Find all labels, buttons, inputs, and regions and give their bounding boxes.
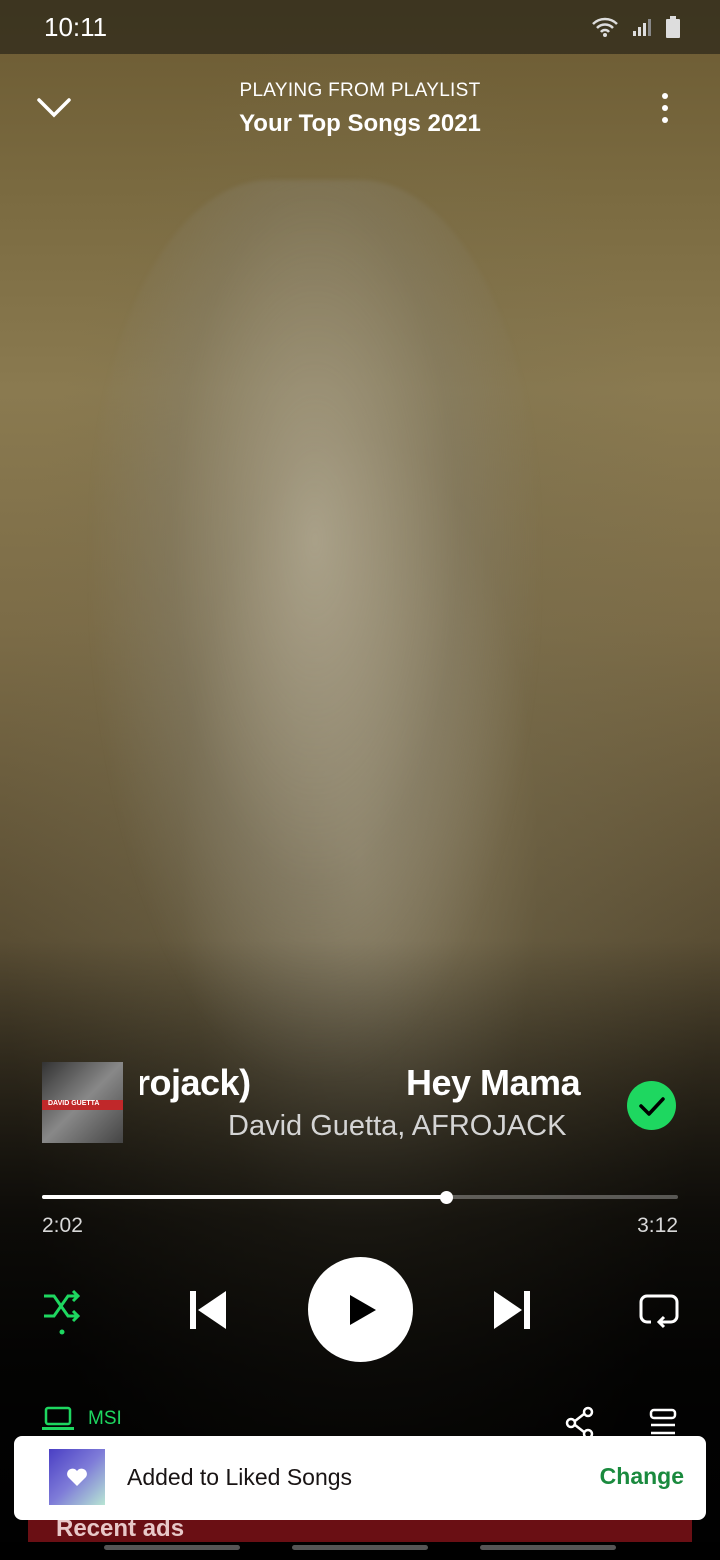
liked-songs-thumbnail bbox=[49, 1449, 105, 1505]
toast-message: Added to Liked Songs bbox=[127, 1464, 353, 1490]
track-title-marquee[interactable]: rojack) Hey Mama bbox=[140, 1062, 582, 1108]
connect-device-button[interactable]: MSI bbox=[42, 1406, 122, 1432]
shuffle-button[interactable] bbox=[40, 1286, 84, 1336]
cover-text: DAVID GUETTA bbox=[48, 1100, 100, 1107]
liked-songs-toast: Added to Liked Songs Change bbox=[14, 1436, 706, 1520]
playlist-title[interactable]: Your Top Songs 2021 bbox=[0, 110, 720, 138]
playing-from-label: PLAYING FROM PLAYLIST bbox=[239, 80, 481, 101]
shuffle-icon bbox=[44, 1289, 81, 1335]
player-header: PLAYING FROM PLAYLIST Your Top Songs 202… bbox=[0, 70, 720, 150]
album-cover[interactable]: DAVID GUETTA bbox=[42, 1062, 123, 1143]
play-icon bbox=[349, 1294, 376, 1325]
repeat-icon bbox=[639, 1294, 679, 1329]
previous-button[interactable] bbox=[186, 1288, 230, 1332]
share-icon[interactable] bbox=[565, 1406, 595, 1440]
repeat-button[interactable] bbox=[637, 1288, 681, 1332]
toast-change-button[interactable]: Change bbox=[600, 1463, 684, 1490]
next-button[interactable] bbox=[490, 1288, 534, 1332]
status-icons bbox=[590, 16, 680, 38]
track-title: Hey Mama bbox=[406, 1062, 581, 1103]
system-nav-bar bbox=[0, 1542, 720, 1560]
nav-back-handle[interactable] bbox=[480, 1545, 616, 1550]
track-info: DAVID GUETTA rojack) Hey Mama David Guet… bbox=[0, 1062, 720, 1152]
battery-icon bbox=[666, 16, 680, 38]
laptop-icon bbox=[42, 1406, 74, 1430]
signal-icon bbox=[633, 19, 651, 36]
device-name: MSI bbox=[88, 1408, 122, 1429]
elapsed-time: 2:02 bbox=[42, 1214, 83, 1237]
progress-fill bbox=[42, 1195, 446, 1199]
progress-handle[interactable] bbox=[439, 1191, 453, 1204]
skip-next-icon bbox=[494, 1291, 530, 1329]
artist-marquee[interactable]: David Guetta, AFROJACK bbox=[140, 1108, 582, 1148]
playback-controls bbox=[0, 1256, 720, 1366]
skip-previous-icon bbox=[190, 1291, 226, 1329]
progress-bar[interactable] bbox=[42, 1188, 678, 1206]
heart-icon bbox=[67, 1468, 87, 1486]
player-footer: MSI bbox=[0, 1404, 720, 1440]
status-time: 10:11 bbox=[44, 11, 108, 42]
track-artists: David Guetta, AFROJACK bbox=[228, 1110, 567, 1142]
play-button[interactable] bbox=[308, 1257, 413, 1362]
nav-home-handle[interactable] bbox=[292, 1545, 428, 1550]
liked-button[interactable] bbox=[627, 1081, 676, 1130]
nav-recents-handle[interactable] bbox=[104, 1545, 240, 1550]
more-vertical-icon[interactable] bbox=[650, 90, 680, 130]
track-title-tail: rojack) bbox=[140, 1062, 251, 1103]
total-time: 3:12 bbox=[637, 1214, 678, 1237]
status-bar: 10:11 bbox=[0, 0, 720, 54]
wifi-icon bbox=[592, 17, 618, 37]
check-icon bbox=[638, 1096, 665, 1116]
